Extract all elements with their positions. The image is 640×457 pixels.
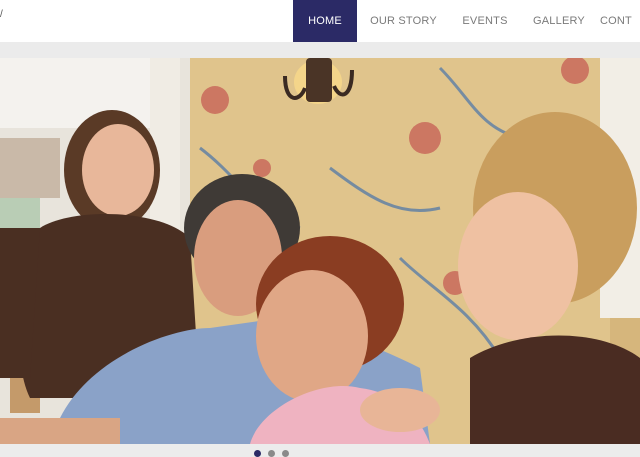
top-navigation-bar: / HOME OUR STORY EVENTS GALLERY CONT [0,0,640,42]
header-spacer [0,42,640,58]
slider-dot-3[interactable] [282,450,289,457]
site-logo-fragment[interactable]: / [0,9,3,20]
nav-item-events[interactable]: EVENTS [450,0,520,42]
main-nav: HOME OUR STORY EVENTS GALLERY CONT [293,0,640,42]
hero-slider-image[interactable] [0,58,640,444]
family-photo [0,58,640,444]
nav-item-our-story[interactable]: OUR STORY [357,0,450,42]
nav-item-gallery[interactable]: GALLERY [520,0,598,42]
nav-item-home[interactable]: HOME [293,0,357,42]
nav-item-contact[interactable]: CONT [598,0,640,42]
slider-dot-2[interactable] [268,450,275,457]
slider-pagination [0,444,640,457]
slider-dot-1[interactable] [254,450,261,457]
